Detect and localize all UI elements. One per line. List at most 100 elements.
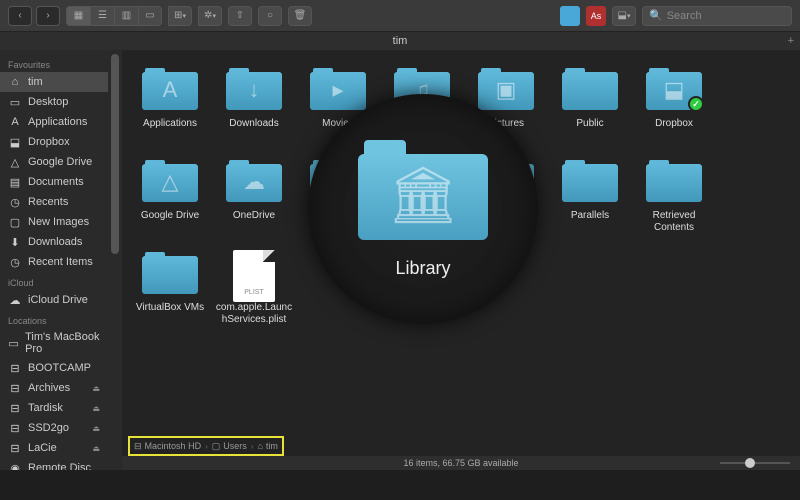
item-label: Dropbox	[655, 118, 693, 130]
sidebar-item-lacie[interactable]: ⊟ LaCie ⏏	[0, 438, 108, 458]
sidebar-item-recent-items[interactable]: ◷Recent Items	[0, 252, 108, 272]
file-item[interactable]: Public	[548, 60, 632, 152]
sidebar-item-label: Documents	[28, 176, 84, 188]
path-segment[interactable]: ▢Users	[212, 441, 247, 452]
disc-icon: ◉	[8, 461, 22, 470]
sidebar-item-label: Remote Disc	[28, 462, 91, 470]
folder-icon	[646, 158, 702, 206]
gallery-view-button[interactable]: ▭	[138, 6, 162, 26]
sidebar-item-applications[interactable]: AApplications	[0, 112, 108, 132]
sidebar-item-documents[interactable]: ▤Documents	[0, 172, 108, 192]
back-button[interactable]: ‹	[8, 6, 32, 26]
eject-icon[interactable]: ⏏	[92, 404, 100, 413]
sidebar-item-label: Archives	[28, 382, 70, 394]
share-button[interactable]: ⇧	[228, 6, 252, 26]
tags-button[interactable]: ○	[258, 6, 282, 26]
file-item[interactable]: Parallels	[548, 152, 632, 244]
eject-icon[interactable]: ⏏	[92, 424, 100, 433]
sidebar-item-label: iCloud Drive	[28, 294, 88, 306]
sidebar-item-recents[interactable]: ◷ Recents	[0, 192, 108, 212]
sidebar-item-label: LaCie	[28, 442, 57, 454]
sidebar-item-remote-disc[interactable]: ◉ Remote Disc	[0, 458, 108, 470]
item-label: Parallels	[571, 210, 609, 222]
file-item[interactable]: PLISTcom.apple.LaunchServices.plist	[212, 244, 296, 336]
item-label: OneDrive	[233, 210, 275, 222]
sidebar-item-ssd2go[interactable]: ⊟SSD2go⏏	[0, 418, 108, 438]
gallery-icon: ▭	[145, 10, 154, 21]
sidebar-item-label: Google Drive	[28, 156, 92, 168]
list-view-button[interactable]: ☰	[90, 6, 114, 26]
sidebar-item-label: Desktop	[28, 96, 68, 108]
sidebar-item-bootcamp[interactable]: ⊟BOOTCAMP	[0, 358, 108, 378]
dropbox-menubar-button[interactable]: ⬓▾	[612, 6, 636, 26]
folder-icon: A	[142, 66, 198, 114]
home-icon: ⌂	[257, 441, 262, 451]
sidebar-item-google-drive[interactable]: △ Google Drive	[0, 152, 108, 172]
gdrive-icon: △	[8, 155, 22, 169]
folder-icon: ▣	[478, 66, 534, 114]
clock-icon: ◷	[8, 195, 22, 209]
sidebar-section-header: iCloud	[0, 272, 108, 290]
sidebar-item-label: BOOTCAMP	[28, 362, 91, 374]
app-icon-1[interactable]	[560, 6, 580, 26]
file-item[interactable]: ⬓✓Dropbox	[632, 60, 716, 152]
tab-bar: tim +	[0, 32, 800, 50]
sidebar-scrollbar[interactable]	[108, 50, 122, 470]
group-icon: ⊞	[174, 10, 182, 21]
zoom-slider[interactable]	[720, 457, 790, 469]
folder-icon	[562, 158, 618, 206]
disk-icon: ⊟	[8, 441, 22, 455]
sidebar-item-tardisk[interactable]: ⊟ Tardisk ⏏	[0, 398, 108, 418]
path-segment[interactable]: ⊟Macintosh HD	[134, 441, 201, 452]
file-icon: PLIST	[226, 250, 282, 298]
sidebar-item-new-images[interactable]: ▢New Images	[0, 212, 108, 232]
path-label: tim	[266, 441, 278, 451]
folder-icon: ↓	[226, 66, 282, 114]
dropbox-icon: ⬓	[8, 135, 22, 149]
file-item[interactable]: ☁OneDrive	[212, 152, 296, 244]
sidebar-item-tim-s-macbook-pro[interactable]: ▭Tim's MacBook Pro	[0, 328, 108, 358]
item-label: VirtualBox VMs	[136, 302, 204, 314]
eject-icon[interactable]: ⏏	[92, 384, 100, 393]
home-icon: ⌂	[8, 75, 22, 89]
grid-icon: ▦	[74, 10, 83, 21]
app-icon-2[interactable]: As	[586, 6, 606, 26]
action-button[interactable]: ✲▾	[198, 6, 222, 26]
sidebar-item-label: Downloads	[28, 236, 82, 248]
file-item[interactable]: △Google Drive	[128, 152, 212, 244]
column-view-button[interactable]: ▥	[114, 6, 138, 26]
share-icon: ⇧	[236, 10, 244, 21]
columns-icon: ▥	[122, 10, 131, 21]
group-button[interactable]: ⊞▾	[168, 6, 192, 26]
status-text: 16 items, 66.75 GB available	[403, 458, 518, 468]
sidebar-item-tim[interactable]: ⌂tim	[0, 72, 108, 92]
folder-icon: ▸	[310, 66, 366, 114]
eject-icon[interactable]: ⏏	[92, 444, 100, 453]
sidebar-item-label: Tardisk	[28, 402, 63, 414]
quicklook-magnifier: 🏛 Library	[308, 94, 538, 324]
icon-view-button[interactable]: ▦	[66, 6, 90, 26]
sidebar-item-downloads[interactable]: ⬇Downloads	[0, 232, 108, 252]
toolbar: ‹ › ▦ ☰ ▥ ▭ ⊞▾ ✲▾ ⇧ ○ 🗑 As ⬓▾ 🔍 Search	[0, 0, 800, 32]
delete-button[interactable]: 🗑	[288, 6, 312, 26]
file-item[interactable]: VirtualBox VMs	[128, 244, 212, 336]
search-input[interactable]: 🔍 Search	[642, 6, 792, 26]
sidebar-item-label: Recents	[28, 196, 68, 208]
file-item[interactable]: Retrieved Contents	[632, 152, 716, 244]
scrollbar-thumb[interactable]	[111, 54, 119, 254]
view-mode-segmented: ▦ ☰ ▥ ▭	[66, 6, 162, 26]
forward-button[interactable]: ›	[36, 6, 60, 26]
disk-icon: ⊟	[8, 401, 22, 415]
window-title: tim	[393, 35, 408, 47]
item-label: Retrieved Contents	[634, 210, 714, 234]
sidebar-item-desktop[interactable]: ▭Desktop	[0, 92, 108, 112]
sidebar-item-icloud-drive[interactable]: ☁iCloud Drive	[0, 290, 108, 310]
sidebar-section-header: Favourites	[0, 54, 108, 72]
file-item[interactable]: ↓Downloads	[212, 60, 296, 152]
sidebar-item-archives[interactable]: ⊟Archives⏏	[0, 378, 108, 398]
file-item[interactable]: AApplications	[128, 60, 212, 152]
path-segment[interactable]: ⌂ tim	[257, 441, 277, 451]
disk-icon: ⊟	[8, 421, 22, 435]
sidebar-item-dropbox[interactable]: ⬓Dropbox	[0, 132, 108, 152]
new-tab-button[interactable]: +	[788, 32, 794, 50]
